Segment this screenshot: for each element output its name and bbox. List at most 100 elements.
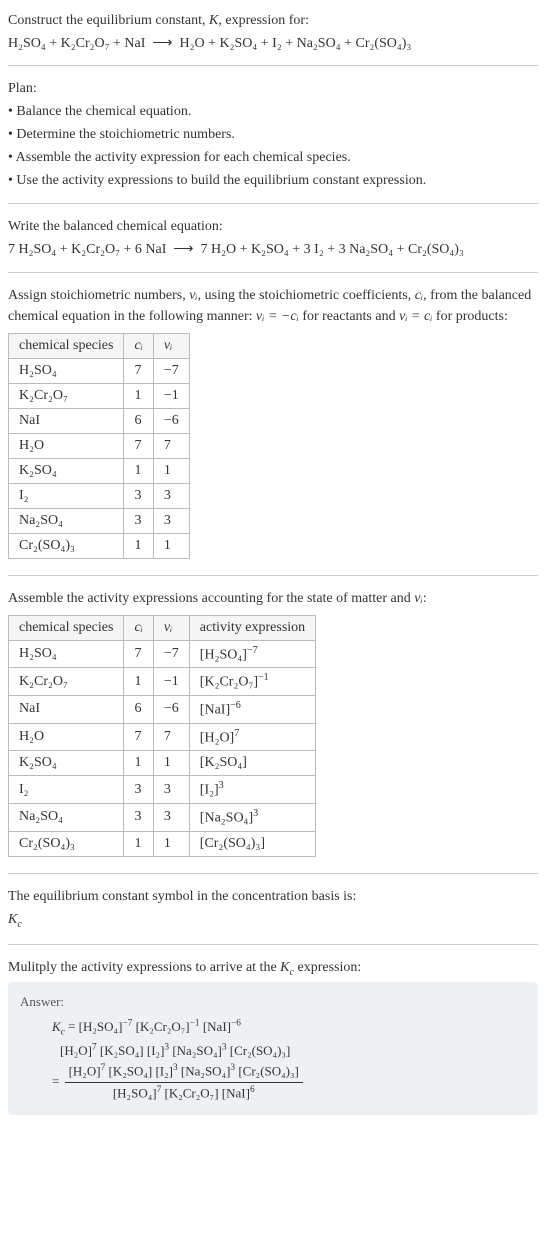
table-row: Na₂SO₄33[Na₂SO₄]3: [9, 804, 316, 832]
species-cell: Na₂SO₄: [9, 508, 124, 533]
reaction-arrow: ⟶: [152, 36, 172, 51]
balanced-left: 7 H₂SO₄ + K₂Cr₂O₇ + 6 NaI: [8, 242, 166, 257]
nui-cell: 3: [153, 776, 189, 804]
species-cell: K₂Cr₂O₇: [9, 383, 124, 408]
kc-symbol: Kc: [52, 1019, 65, 1034]
intro-title: Construct the equilibrium constant, K, e…: [8, 10, 538, 31]
stoich-eq: νᵢ = −cᵢ: [256, 309, 299, 324]
ci-cell: 1: [124, 533, 153, 558]
table-row: K₂Cr₂O₇1−1[K₂Cr₂O₇]−1: [9, 668, 316, 696]
equals-sign: =: [68, 1019, 79, 1034]
plan-item: • Balance the chemical equation.: [8, 101, 538, 122]
species-cell: H₂SO₄: [9, 640, 124, 668]
table-row: NaI6−6[NaI]−6: [9, 696, 316, 724]
species-cell: K₂SO₄: [9, 458, 124, 483]
nui-cell: −1: [153, 668, 189, 696]
multiply-line: Mulitply the activity expressions to arr…: [8, 957, 538, 980]
intro-reaction: H₂SO₄ + K₂Cr₂O₇ + NaI ⟶ H₂O + K₂SO₄ + I₂…: [8, 33, 538, 55]
symbol-kc: Kc: [8, 909, 538, 932]
fraction-denominator: [H₂SO₄]7 [K₂Cr₂O₇] [NaI]6: [65, 1083, 303, 1104]
ci-cell: 6: [124, 408, 153, 433]
nui-cell: 3: [153, 804, 189, 832]
species-cell: H₂O: [9, 723, 124, 751]
activity-cell: [H₂SO₄]−7: [189, 640, 315, 668]
balanced-equation: 7 H₂SO₄ + K₂Cr₂O₇ + 6 NaI ⟶ 7 H₂O + K₂SO…: [8, 239, 538, 261]
ci-cell: 3: [124, 508, 153, 533]
equals-sign: =: [52, 1074, 63, 1089]
symbol-line1: The equilibrium constant symbol in the c…: [8, 886, 538, 907]
activity-intro: Assemble the activity expressions accoun…: [8, 588, 538, 609]
table-row: I₂33: [9, 483, 190, 508]
table-header: cᵢ: [124, 615, 153, 640]
plan-section: Plan: • Balance the chemical equation. •…: [8, 65, 538, 203]
nui-cell: 1: [153, 458, 189, 483]
table-row: K₂Cr₂O₇1−1: [9, 383, 190, 408]
table-row: H₂SO₄7−7[H₂SO₄]−7: [9, 640, 316, 668]
table-header-row: chemical species cᵢ νᵢ activity expressi…: [9, 615, 316, 640]
kc-symbol: Kc: [280, 960, 294, 975]
species-cell: K₂Cr₂O₇: [9, 668, 124, 696]
species-cell: H₂SO₄: [9, 358, 124, 383]
ci-cell: 7: [124, 358, 153, 383]
plan-item: • Assemble the activity expression for e…: [8, 147, 538, 168]
balanced-heading: Write the balanced chemical equation:: [8, 216, 538, 237]
activity-cell: [Na₂SO₄]3: [189, 804, 315, 832]
ci-cell: 1: [124, 383, 153, 408]
reaction-left: H₂SO₄ + K₂Cr₂O₇ + NaI: [8, 36, 145, 51]
ci-cell: 3: [124, 776, 153, 804]
ci-cell: 1: [124, 751, 153, 776]
table-header: chemical species: [9, 615, 124, 640]
answer-label: Answer:: [20, 992, 526, 1013]
ci-cell: 3: [124, 804, 153, 832]
multiply-text: expression:: [294, 960, 361, 975]
stoich-table: chemical species cᵢ νᵢ H₂SO₄7−7K₂Cr₂O₇1−…: [8, 333, 190, 559]
table-row: Cr₂(SO₄)₃11: [9, 533, 190, 558]
table-row: Cr₂(SO₄)₃11[Cr₂(SO₄)₃]: [9, 831, 316, 856]
ci-cell: 3: [124, 483, 153, 508]
intro-section: Construct the equilibrium constant, K, e…: [8, 10, 538, 65]
balanced-section: Write the balanced chemical equation: 7 …: [8, 203, 538, 271]
table-row: H₂O77: [9, 433, 190, 458]
table-header: νᵢ: [153, 615, 189, 640]
multiply-text: Mulitply the activity expressions to arr…: [8, 960, 280, 975]
nui-cell: −6: [153, 696, 189, 724]
table-header: νᵢ: [153, 333, 189, 358]
nui-cell: −6: [153, 408, 189, 433]
ci-cell: 1: [124, 458, 153, 483]
intro-K: K: [209, 13, 218, 28]
nui-cell: 1: [153, 533, 189, 558]
answer-box: Answer: Kc = [H₂SO₄]−7 [K₂Cr₂O₇]−1 [NaI]…: [8, 982, 538, 1115]
multiply-section: Mulitply the activity expressions to arr…: [8, 944, 538, 1125]
table-row: H₂SO₄7−7: [9, 358, 190, 383]
nui-cell: −1: [153, 383, 189, 408]
stoich-nu: νᵢ: [189, 288, 197, 303]
header-ci: cᵢ: [134, 338, 142, 353]
species-cell: I₂: [9, 483, 124, 508]
activity-table: chemical species cᵢ νᵢ activity expressi…: [8, 615, 316, 857]
balanced-right: 7 H₂O + K₂SO₄ + 3 I₂ + 3 Na₂SO₄ + Cr₂(SO…: [201, 242, 464, 257]
species-cell: NaI: [9, 408, 124, 433]
header-ci: cᵢ: [134, 620, 142, 635]
answer-line1: [H₂SO₄]−7 [K₂Cr₂O₇]−1 [NaI]−6: [79, 1019, 241, 1034]
table-header: cᵢ: [124, 333, 153, 358]
ci-cell: 7: [124, 640, 153, 668]
header-nui: νᵢ: [164, 338, 172, 353]
species-cell: NaI: [9, 696, 124, 724]
table-row: H₂O77[H₂O]7: [9, 723, 316, 751]
table-header: chemical species: [9, 333, 124, 358]
answer-line2: [H₂O]7 [K₂SO₄] [I₂]3 [Na₂SO₄]3 [Cr₂(SO₄)…: [20, 1040, 526, 1061]
stoich-section: Assign stoichiometric numbers, νᵢ, using…: [8, 272, 538, 575]
ci-cell: 7: [124, 723, 153, 751]
activity-cell: [Cr₂(SO₄)₃]: [189, 831, 315, 856]
balanced-arrow: ⟶: [173, 242, 193, 257]
activity-cell: [I₂]3: [189, 776, 315, 804]
nui-cell: −7: [153, 358, 189, 383]
stoich-text: Assign stoichiometric numbers,: [8, 288, 189, 303]
nui-cell: −7: [153, 640, 189, 668]
nui-cell: 1: [153, 831, 189, 856]
page: Construct the equilibrium constant, K, e…: [0, 0, 546, 1141]
stoich-eq: νᵢ = cᵢ: [399, 309, 432, 324]
header-nui: νᵢ: [164, 620, 172, 635]
answer-line2-products: [H₂O]7 [K₂SO₄] [I₂]3 [Na₂SO₄]3 [Cr₂(SO₄)…: [60, 1043, 290, 1058]
activity-text: :: [423, 591, 427, 606]
